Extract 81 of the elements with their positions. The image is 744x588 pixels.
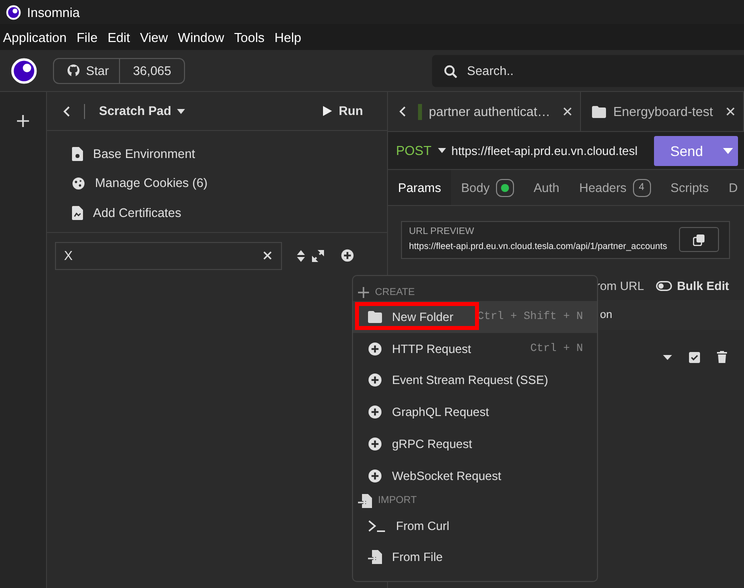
section-heading: CREATE <box>375 286 415 298</box>
app-logo-icon[interactable] <box>10 58 36 84</box>
menu-item[interactable]: WebSocket Request <box>353 460 597 492</box>
close-icon[interactable] <box>563 107 572 116</box>
caret-down-icon <box>177 108 186 114</box>
section-heading: IMPORT <box>378 495 417 506</box>
request-tab[interactable]: Energyboard-test <box>581 92 744 131</box>
plus-circle-icon <box>368 373 382 388</box>
panel-tab[interactable]: Body <box>451 170 524 205</box>
filter-field[interactable]: X <box>55 242 282 270</box>
plus-circle-icon <box>368 405 382 420</box>
clear-icon[interactable] <box>263 251 272 260</box>
menu-item[interactable]: Application <box>3 30 67 44</box>
add-circle-icon[interactable] <box>341 249 354 262</box>
menu-item[interactable]: Event Stream Request (SSE) <box>353 364 597 396</box>
plus-circle-icon <box>368 437 382 452</box>
file-import-icon <box>368 550 382 564</box>
github-icon <box>67 64 80 77</box>
back-chevron-icon[interactable] <box>63 106 70 116</box>
workspace-dropdown[interactable]: Scratch Pad <box>99 104 186 118</box>
close-icon[interactable] <box>726 107 735 116</box>
plus-icon <box>358 286 369 298</box>
preview-label: URL PREVIEW <box>409 226 476 237</box>
terminal-icon <box>368 520 386 532</box>
param-description: on <box>600 309 612 321</box>
run-button[interactable]: Run <box>322 104 363 118</box>
star-button[interactable]: Star <box>54 58 120 82</box>
request-tab[interactable]: partner authenticat… <box>418 92 582 131</box>
menu-item[interactable]: gRPC Request <box>353 428 597 460</box>
plus-circle-icon <box>368 342 382 356</box>
file-import-icon <box>358 494 372 508</box>
sidebar-item[interactable]: Add Certificates <box>47 198 387 228</box>
menu-item[interactable]: Tools <box>234 30 265 44</box>
certificate-icon <box>72 206 83 220</box>
checkbox[interactable] <box>689 352 700 362</box>
sidebar-item[interactable]: Manage Cookies (6) <box>47 168 387 198</box>
panel-tab[interactable]: D <box>718 170 744 205</box>
document-icon <box>72 146 83 161</box>
cookie-icon <box>72 176 85 190</box>
preview-url: https://fleet-api.prd.eu.vn.cloud.tesla.com/api/1/partner_accounts <box>409 240 668 253</box>
trash-icon[interactable] <box>717 351 727 363</box>
menu-item[interactable]: From Curl <box>353 510 597 542</box>
bulk-edit-toggle[interactable]: Bulk Edit <box>656 279 730 293</box>
method-marker-icon <box>418 104 422 120</box>
menu-item[interactable]: View <box>140 30 168 44</box>
sidebar-item[interactable]: Base Environment <box>47 139 387 168</box>
app-logo-icon <box>6 4 21 20</box>
menu-item[interactable]: HTTP Request Ctrl + N <box>353 332 597 365</box>
plus-circle-icon <box>368 468 382 483</box>
menu-item[interactable]: Help <box>274 30 302 44</box>
menu-item[interactable]: From File <box>353 542 597 574</box>
panel-tab[interactable]: Params <box>388 170 452 205</box>
caret-down-icon[interactable] <box>663 354 672 360</box>
panel-tab[interactable]: Scripts <box>660 170 719 205</box>
toggle-icon <box>656 281 672 291</box>
caret-down-icon <box>438 148 446 153</box>
star-count: 36,065 <box>132 62 172 80</box>
url-field[interactable]: https://fleet-api.prd.eu.vn.cloud.tesl <box>451 144 654 158</box>
search-field[interactable]: Search.. <box>432 54 744 86</box>
folder-icon <box>592 106 606 118</box>
copy-button[interactable] <box>679 227 719 252</box>
play-icon <box>322 106 332 116</box>
panel-tab[interactable]: Auth <box>524 170 570 205</box>
count-badge: 4 <box>632 178 651 196</box>
window-title: Insomnia <box>27 4 80 20</box>
expand-icon[interactable] <box>312 250 324 262</box>
plus-icon[interactable] <box>17 115 29 127</box>
status-dot-icon <box>500 184 509 192</box>
menu-item[interactable]: Edit <box>108 30 130 44</box>
method-dropdown[interactable]: POST <box>396 143 446 158</box>
back-chevron-icon[interactable] <box>399 106 406 117</box>
search-icon <box>444 64 457 78</box>
panel-tab[interactable]: Headers 4 <box>569 170 661 205</box>
caret-down-icon <box>723 148 733 154</box>
menu-item[interactable]: Window <box>178 30 224 44</box>
sort-icon[interactable] <box>297 250 306 262</box>
menu-item[interactable]: GraphQL Request <box>353 396 597 428</box>
folder-icon <box>368 310 382 323</box>
menu-item[interactable]: File <box>76 30 98 44</box>
github-star-widget[interactable]: Star 36,065 <box>53 58 186 84</box>
copy-icon <box>693 234 705 246</box>
